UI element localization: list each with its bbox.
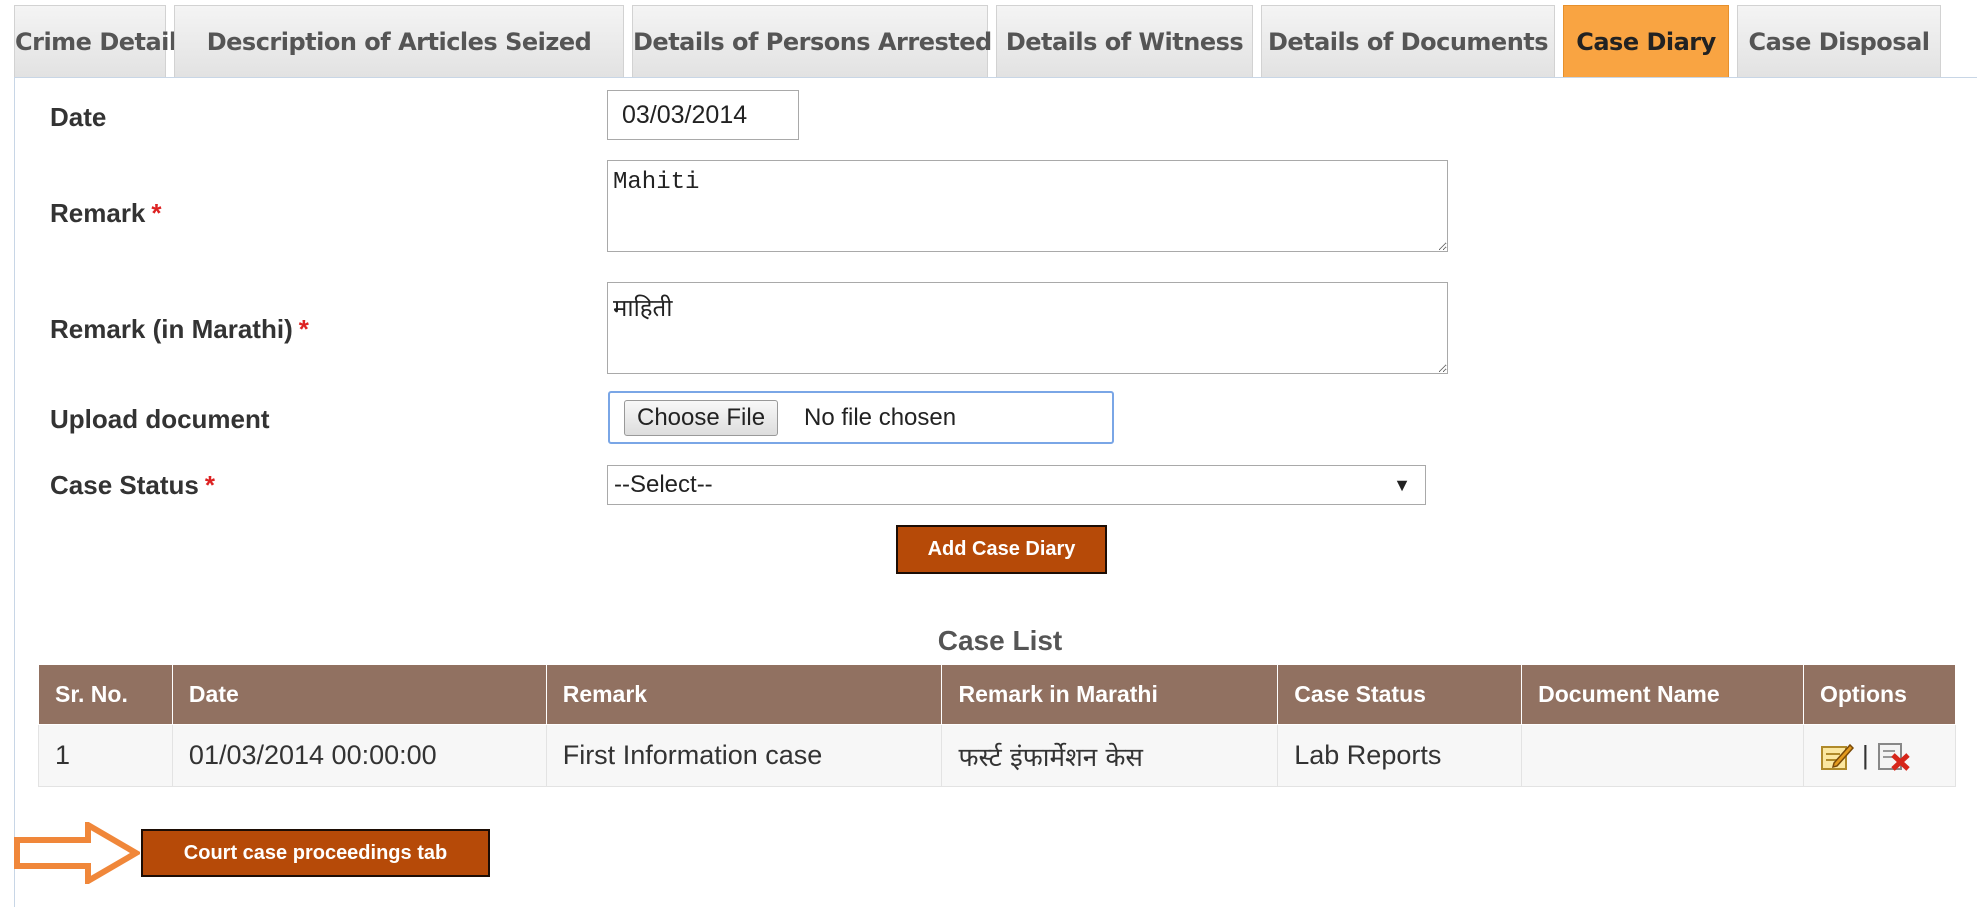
callout-arrow-icon: [14, 822, 140, 884]
tab-persons-arrested[interactable]: Details of Persons Arrested: [632, 5, 992, 77]
cell-sr-no: 1: [38, 724, 173, 787]
column-header: Case Status: [1277, 664, 1523, 725]
tab-crime-details[interactable]: Crime Details: [14, 5, 191, 77]
court-case-proceedings-button[interactable]: Court case proceedings tab: [141, 829, 490, 877]
edit-icon[interactable]: [1820, 741, 1855, 771]
cell-remark: First Information case: [545, 724, 943, 787]
required-marker: *: [204, 470, 215, 500]
no-file-text: No file chosen: [804, 404, 957, 431]
case-list-title: Case List: [937, 625, 1063, 656]
column-header: Sr. No.: [38, 664, 173, 725]
tab-witness[interactable]: Details of Witness: [996, 5, 1253, 77]
remark-marathi-textarea[interactable]: माहिती: [607, 282, 1448, 374]
date-input[interactable]: 03/03/2014: [607, 90, 799, 140]
cell-case-status: Lab Reports: [1277, 724, 1523, 787]
tab-documents[interactable]: Details of Documents: [1261, 5, 1555, 77]
column-header: Remark in Marathi: [941, 664, 1279, 725]
case-status-select[interactable]: --Select-- ▼: [607, 465, 1426, 505]
cell-document-name: [1521, 724, 1804, 787]
case-status-selected: --Select--: [614, 471, 713, 498]
dropdown-arrow-icon: ▼: [1393, 475, 1411, 495]
cell-options: |: [1802, 724, 1957, 787]
required-marker: *: [298, 314, 309, 344]
tab-case-diary[interactable]: Case Diary: [1563, 5, 1729, 77]
tab-case-disposal[interactable]: Case Disposal: [1737, 5, 1941, 77]
remark-textarea[interactable]: Mahiti: [607, 160, 1448, 252]
case-status-label: Case Status *: [50, 470, 215, 500]
date-label: Date: [50, 102, 107, 132]
delete-icon[interactable]: [1877, 741, 1911, 771]
tab-bar: Crime Details Description of Articles Se…: [14, 5, 1977, 77]
add-case-diary-button[interactable]: Add Case Diary: [896, 525, 1107, 574]
column-header: Options: [1802, 664, 1957, 725]
cell-date: 01/03/2014 00:00:00: [171, 724, 547, 787]
remark-marathi-label: Remark (in Marathi) *: [50, 314, 309, 344]
tab-underline: [14, 77, 1977, 78]
tab-articles-seized[interactable]: Description of Articles Seized: [174, 5, 624, 77]
choose-file-button[interactable]: Choose File: [624, 400, 779, 436]
content-border: [14, 77, 15, 907]
file-upload-field[interactable]: Choose File No file chosen: [608, 391, 1114, 444]
table-header-row: Sr. No. Date Remark Remark in Marathi Ca…: [38, 664, 1957, 725]
case-list-table: Sr. No. Date Remark Remark in Marathi Ca…: [38, 664, 1957, 787]
column-header: Remark: [545, 664, 943, 725]
cell-remark-marathi: फर्स्ट इंफार्मेशन केस: [941, 724, 1279, 787]
required-marker: *: [151, 198, 162, 228]
table-row: 1 01/03/2014 00:00:00 First Information …: [38, 724, 1957, 787]
remark-label: Remark *: [50, 198, 162, 228]
upload-label: Upload document: [50, 404, 270, 434]
column-header: Date: [171, 664, 547, 725]
column-header: Document Name: [1521, 664, 1804, 725]
option-separator: |: [1861, 740, 1869, 770]
